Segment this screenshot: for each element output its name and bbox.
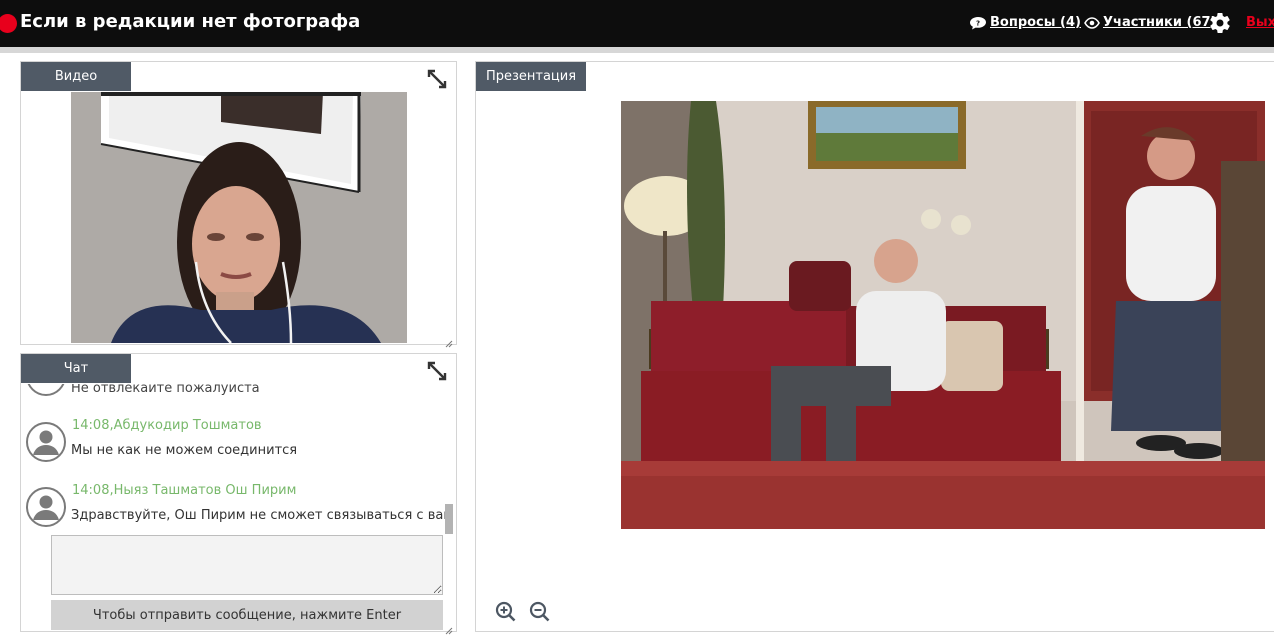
expand-icon[interactable] (426, 360, 448, 382)
avatar (26, 384, 66, 396)
avatar (26, 422, 66, 462)
send-hint: Чтобы отправить сообщение, нажмите Enter (51, 600, 443, 630)
participants-link[interactable]: Участники (67) (1084, 15, 1216, 30)
top-bar: Если в редакции нет фотографа ? Вопросы … (0, 0, 1274, 47)
chat-messages[interactable]: Не отвлекайте пожалуйста 14:08,Абдукодир… (21, 384, 446, 534)
zoom-out-icon[interactable] (529, 601, 551, 623)
message-author: Ныяз Ташматов Ош Пирим (113, 483, 297, 498)
message-text: Не отвлекайте пожалуйста (71, 384, 260, 396)
questions-link[interactable]: ? Вопросы (4) (969, 15, 1081, 30)
tab-video[interactable]: Видео (21, 62, 131, 91)
resize-handle[interactable] (445, 333, 453, 348)
webcam-video (71, 92, 407, 343)
expand-icon[interactable] (426, 68, 448, 90)
message-time: 14:08, (72, 418, 114, 433)
message-meta: 14:08,Ныяз Ташматов Ош Пирим (72, 483, 296, 498)
chat-panel: Чат Не отвлекайте пожалуйста 14:08,Абдук… (20, 353, 457, 635)
tab-presentation[interactable]: Презентация (476, 62, 586, 91)
resize-handle[interactable] (445, 620, 453, 635)
gear-icon[interactable] (1208, 11, 1232, 35)
header-divider (0, 47, 1274, 53)
presentation-panel: Презентация (475, 61, 1274, 632)
tab-chat[interactable]: Чат (21, 354, 131, 383)
questions-label: Вопросы (4) (990, 15, 1081, 30)
chat-scrollbar[interactable] (445, 504, 453, 534)
zoom-in-icon[interactable] (495, 601, 517, 623)
message-time: 14:08, (72, 483, 114, 498)
message-author: Абдукодир Тошматов (113, 418, 262, 433)
video-panel: Видео (20, 61, 457, 348)
message-text: Здравствуйте, Ош Пирим не сможет связыва… (71, 508, 446, 523)
speech-bubble-icon: ? (969, 16, 987, 30)
live-indicator-icon (0, 14, 17, 33)
webinar-title: Если в редакции нет фотографа (20, 11, 361, 32)
message-meta: 14:08,Абдукодир Тошматов (72, 418, 262, 433)
eye-icon (1084, 16, 1100, 29)
svg-text:?: ? (976, 19, 980, 27)
exit-link[interactable]: Выход (1246, 15, 1274, 30)
participants-label: Участники (67) (1103, 15, 1217, 30)
presentation-slide-photo (621, 101, 1265, 529)
chat-message-input[interactable] (51, 535, 443, 595)
message-text: Мы не как не можем соединится (71, 443, 298, 458)
avatar (26, 487, 66, 527)
